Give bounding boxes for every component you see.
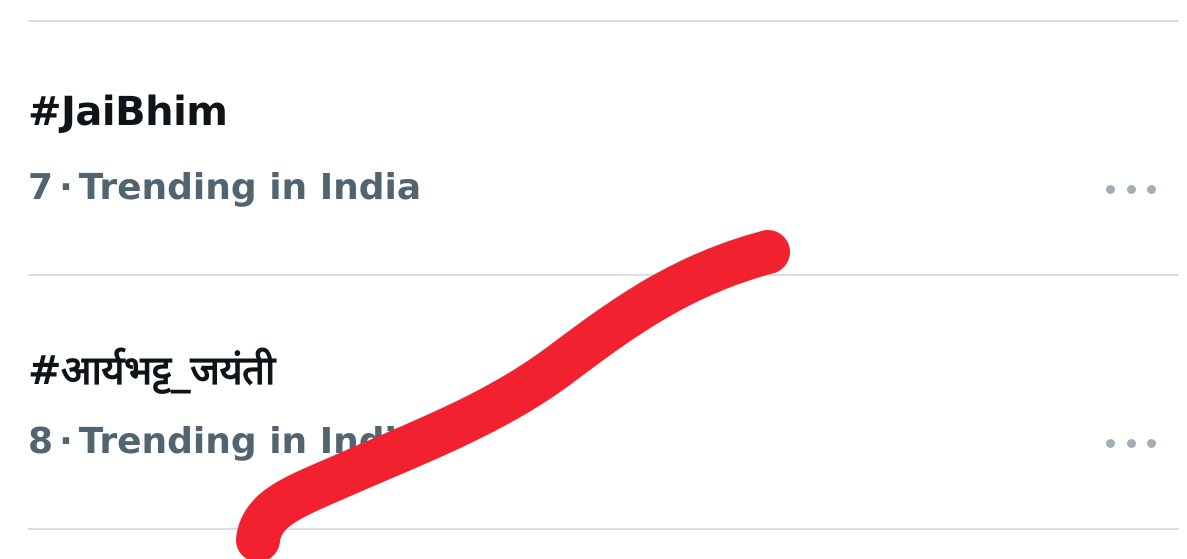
trend-meta: 7 · Trending in India: [28, 167, 421, 208]
trend-rank: 7: [28, 167, 54, 208]
ellipsis-icon: [1106, 184, 1115, 194]
more-options-button[interactable]: [1106, 430, 1156, 456]
trend-item-2[interactable]: #आर्यभट्ट_जयंती 8 · Trending in India: [0, 275, 1187, 525]
trend-item-1[interactable]: #JaiBhim 7 · Trending in India: [0, 21, 1187, 271]
trend-context: Trending in India: [78, 421, 422, 462]
divider: [28, 528, 1179, 530]
ellipsis-dot: [1126, 184, 1136, 194]
trend-rank: 8: [28, 421, 54, 462]
trend-separator: ·: [59, 167, 73, 208]
ellipsis-dot: [1147, 438, 1156, 448]
trend-meta: 8 · Trending in India: [28, 421, 421, 462]
trend-separator: ·: [59, 421, 73, 462]
trend-title[interactable]: #आर्यभट्ट_जयंती: [28, 341, 275, 396]
more-options-button[interactable]: [1106, 176, 1156, 202]
trend-title[interactable]: #JaiBhim: [28, 89, 228, 135]
ellipsis-icon: [1106, 438, 1115, 448]
trend-context: Trending in India: [78, 167, 422, 208]
trends-panel: #JaiBhim 7 · Trending in India #आर्यभट्ट_ज…: [0, 0, 1187, 559]
ellipsis-dot: [1147, 184, 1156, 194]
ellipsis-dot: [1126, 438, 1136, 448]
